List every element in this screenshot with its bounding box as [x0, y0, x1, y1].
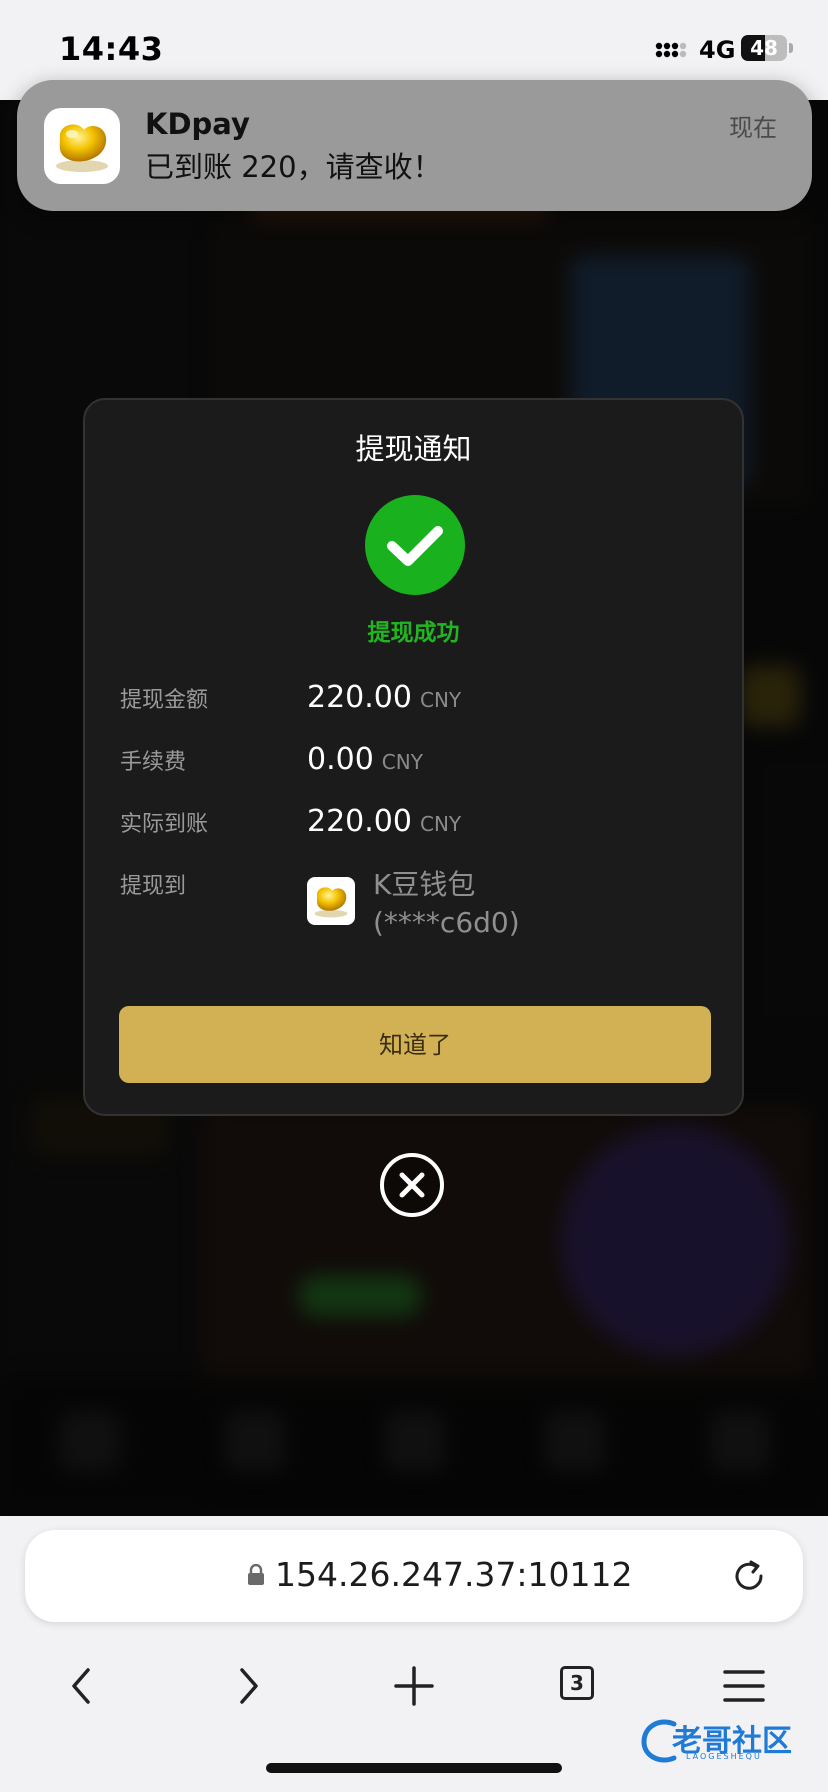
received-value: 220.00 CNY [307, 804, 461, 839]
address-bar[interactable]: 154.26.247.37:10112 [25, 1530, 803, 1622]
reload-icon[interactable] [729, 1556, 769, 1596]
wallet-icon [307, 877, 355, 925]
amount-label: 提现金额 [120, 688, 209, 713]
notification-message: 已到账 220，请查收！ [145, 150, 442, 184]
notification-title: KDpay [145, 107, 250, 141]
wallet-name: K豆钱包 (****c6d0) [373, 866, 520, 942]
home-indicator[interactable] [266, 1763, 562, 1773]
received-unit: CNY [419, 812, 462, 836]
received-label: 实际到账 [120, 812, 209, 837]
new-tab-button[interactable] [388, 1660, 440, 1712]
menu-button[interactable] [718, 1660, 770, 1712]
success-status: 提现成功 [367, 620, 460, 646]
wallet-account: (****c6d0) [373, 906, 520, 939]
watermark-logo: 老哥社区 LAOGESHEQU [640, 1712, 812, 1768]
hamburger-icon [723, 1670, 765, 1702]
notification-time: 现在 [729, 114, 777, 142]
acknowledge-button[interactable]: 知道了 [119, 1006, 711, 1083]
amount-value: 220.00 CNY [307, 680, 461, 715]
amount-number: 220.00 [307, 680, 412, 715]
signal-icon [655, 42, 687, 58]
chevron-left-icon [72, 1668, 90, 1704]
lock-icon [248, 1564, 264, 1585]
amount-unit: CNY [419, 688, 462, 712]
plus-icon [394, 1666, 434, 1706]
watermark-subtext: LAOGESHEQU [686, 1752, 762, 1761]
battery-icon: 48 [741, 35, 787, 61]
network-type: 4G [699, 36, 736, 64]
fee-number: 0.00 [307, 742, 374, 777]
success-check-icon [365, 495, 465, 595]
forward-button[interactable] [222, 1660, 274, 1712]
push-notification[interactable]: KDpay 已到账 220，请查收！ 现在 [17, 80, 812, 211]
wallet-title: K豆钱包 [373, 868, 476, 901]
fee-unit: CNY [381, 750, 423, 774]
withdraw-notice-dialog: 提现通知 提现成功 提现金额 220.00 CNY 手续费 0.00 CNY 实际到… [83, 398, 744, 1116]
close-dialog-button[interactable] [380, 1153, 444, 1217]
kdpay-app-icon [44, 108, 120, 184]
tabs-count: 3 [560, 1666, 594, 1700]
url-text: 154.26.247.37:10112 [275, 1555, 633, 1594]
destination-label: 提现到 [120, 874, 187, 899]
dialog-title: 提现通知 [355, 432, 472, 466]
received-number: 220.00 [307, 804, 412, 839]
fee-label: 手续费 [120, 750, 187, 775]
back-button[interactable] [56, 1660, 108, 1712]
chevron-right-icon [240, 1668, 258, 1704]
status-time: 14:43 [59, 30, 164, 68]
tabs-button[interactable]: 3 [554, 1660, 606, 1712]
close-icon [399, 1172, 425, 1198]
fee-value: 0.00 CNY [307, 742, 423, 777]
battery-tip [789, 43, 793, 53]
